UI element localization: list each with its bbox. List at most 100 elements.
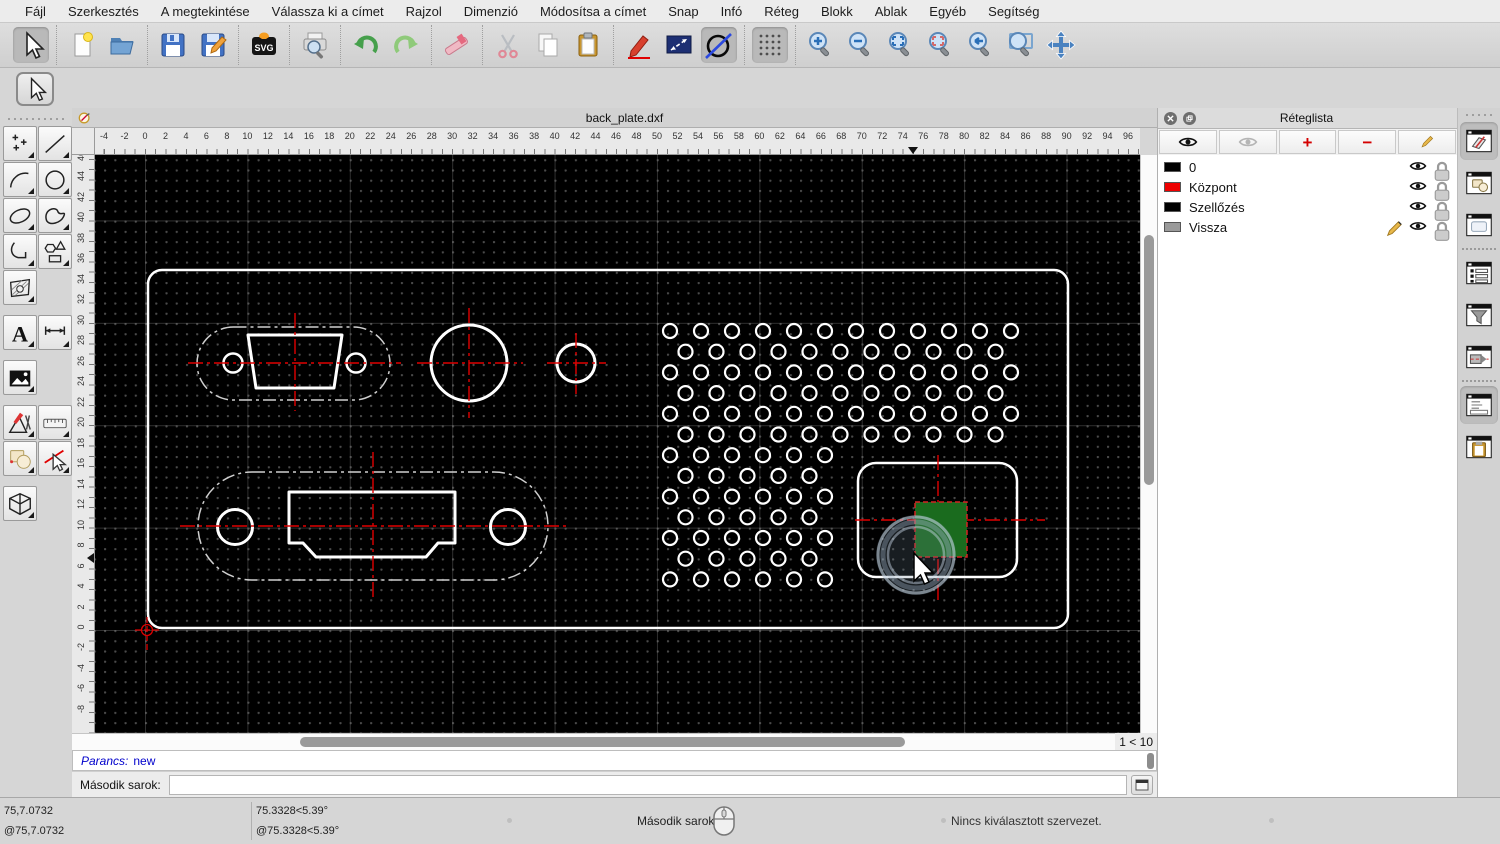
layer-row-szell-z-s[interactable]: Szellőzés	[1158, 197, 1457, 221]
save-as-button[interactable]	[195, 27, 231, 63]
layer-lock-icon[interactable]	[1433, 220, 1451, 241]
tool-modify-button[interactable]	[3, 405, 37, 440]
draft-mode-button[interactable]	[701, 27, 737, 63]
toolbar-group: SVG	[239, 25, 290, 65]
zoom-pan-button[interactable]	[1043, 27, 1079, 63]
svg-export-button[interactable]: SVG	[246, 27, 282, 63]
command-history-scrollbar[interactable]	[1147, 753, 1154, 769]
command-options-button[interactable]	[1131, 774, 1153, 795]
save-button[interactable]	[155, 27, 191, 63]
layer-visibility-icon[interactable]	[1409, 160, 1427, 174]
tool-arc-button[interactable]	[3, 162, 37, 197]
copy-button[interactable]	[530, 27, 566, 63]
add-layer-button[interactable]: +	[1278, 130, 1337, 154]
layer-lock-icon[interactable]	[1433, 200, 1451, 221]
list-dock-toggle[interactable]	[1460, 254, 1498, 292]
paste-icon	[578, 32, 598, 57]
tool-image-button[interactable]	[3, 360, 37, 395]
undo-button[interactable]	[348, 27, 384, 63]
document-title-bar[interactable]: back_plate.dxf	[72, 108, 1157, 128]
menu-dimenzi[interactable]: Dimenzió	[453, 4, 529, 19]
cut-button[interactable]	[490, 27, 526, 63]
tool-select-line-button[interactable]	[38, 441, 72, 476]
layer-lock-icon[interactable]	[1433, 180, 1451, 201]
vertical-scrollbar[interactable]	[1140, 155, 1157, 733]
open-folder-button[interactable]	[104, 27, 140, 63]
menu-r-teg[interactable]: Réteg	[753, 4, 810, 19]
edit-layer-button[interactable]	[1398, 130, 1456, 154]
layer-color-swatch[interactable]	[1164, 202, 1181, 212]
tool-spline-button[interactable]	[38, 198, 72, 233]
float-panel-button[interactable]	[1183, 111, 1196, 125]
tool-dimension-button[interactable]	[38, 315, 72, 350]
new-file-button[interactable]	[64, 27, 100, 63]
select-tool-button[interactable]	[16, 72, 54, 106]
hide-all-eye-button[interactable]	[1218, 130, 1277, 154]
layer-lock-icon[interactable]	[1433, 160, 1451, 181]
select-arrow-button[interactable]	[13, 27, 49, 63]
layer-color-swatch[interactable]	[1164, 182, 1181, 192]
layer-visibility-icon[interactable]	[1409, 180, 1427, 194]
h-scroll-thumb[interactable]	[300, 737, 905, 747]
tool-order-button[interactable]	[3, 441, 37, 476]
distance-button[interactable]	[661, 27, 697, 63]
tool-ellipse-button[interactable]	[3, 198, 37, 233]
section-dock-toggle[interactable]	[1460, 338, 1498, 376]
horizontal-scrollbar[interactable]	[72, 733, 1115, 750]
menu-snap[interactable]: Snap	[657, 4, 709, 19]
zoom-previous-button[interactable]	[963, 27, 999, 63]
menu-inf[interactable]: Infó	[710, 4, 754, 19]
menu-seg-ts-g[interactable]: Segítség	[977, 4, 1050, 19]
grid-toggle-button[interactable]	[752, 27, 788, 63]
layer-visibility-icon[interactable]	[1409, 220, 1427, 234]
tool-points-button[interactable]	[3, 126, 37, 161]
library-dock-toggle[interactable]	[1460, 206, 1498, 244]
menu-m-dos-tsa-a-c-met[interactable]: Módosítsa a címet	[529, 4, 657, 19]
show-all-eye-button[interactable]	[1159, 130, 1217, 154]
menu-f-jl[interactable]: Fájl	[14, 4, 57, 19]
paste-button[interactable]	[570, 27, 606, 63]
v-scroll-thumb[interactable]	[1144, 235, 1154, 485]
zoom-auto-button[interactable]	[883, 27, 919, 63]
tool-polyline-button[interactable]	[3, 234, 37, 269]
redo-button[interactable]	[388, 27, 424, 63]
dock-drag-handle[interactable]	[1464, 112, 1494, 118]
filter-dock-toggle[interactable]	[1460, 296, 1498, 334]
zoom-in-button[interactable]	[803, 27, 839, 63]
tool-measure-button[interactable]	[38, 405, 72, 440]
layers-dock-toggle[interactable]	[1460, 122, 1498, 160]
menu-ablak[interactable]: Ablak	[864, 4, 919, 19]
tool-box3d-button[interactable]	[3, 486, 37, 521]
palette-drag-handle[interactable]	[6, 116, 66, 122]
draw-pencil-button[interactable]	[621, 27, 657, 63]
menu-v-lassza-ki-a-c-met[interactable]: Válassza ki a címet	[261, 4, 395, 19]
remove-layer-button[interactable]: −	[1338, 130, 1397, 154]
menu-blokk[interactable]: Blokk	[810, 4, 864, 19]
layer-color-swatch[interactable]	[1164, 162, 1181, 172]
zoom-selected-button[interactable]	[923, 27, 959, 63]
print-preview-button[interactable]	[297, 27, 333, 63]
menu-egy-b[interactable]: Egyéb	[918, 4, 977, 19]
blocks-dock-toggle[interactable]	[1460, 164, 1498, 202]
menu-szerkeszt-s[interactable]: Szerkesztés	[57, 4, 150, 19]
command-input[interactable]	[168, 774, 1127, 795]
eraser-button[interactable]	[439, 27, 475, 63]
clipboard-dock-toggle[interactable]	[1460, 428, 1498, 466]
tool-hatch-button[interactable]	[3, 270, 37, 305]
drawing-canvas[interactable]	[95, 155, 1140, 733]
zoom-out-button[interactable]	[843, 27, 879, 63]
layer-row-vissza[interactable]: Vissza	[1158, 217, 1457, 241]
command-dock-toggle[interactable]	[1460, 386, 1498, 424]
tool-circle-button[interactable]	[38, 162, 72, 197]
layer-color-swatch[interactable]	[1164, 222, 1181, 232]
layer-row-k-zpont[interactable]: Központ	[1158, 177, 1457, 201]
tool-polygon-button[interactable]	[38, 234, 72, 269]
close-panel-button[interactable]	[1164, 111, 1177, 125]
layer-visibility-icon[interactable]	[1409, 200, 1427, 214]
zoom-window-button[interactable]	[1003, 27, 1039, 63]
tool-line-button[interactable]	[38, 126, 72, 161]
menu-rajzol[interactable]: Rajzol	[395, 4, 453, 19]
menu-a-megtekint-se[interactable]: A megtekintése	[150, 4, 261, 19]
layer-row-0[interactable]: 0	[1158, 157, 1457, 181]
tool-text-button[interactable]: A	[3, 315, 37, 350]
